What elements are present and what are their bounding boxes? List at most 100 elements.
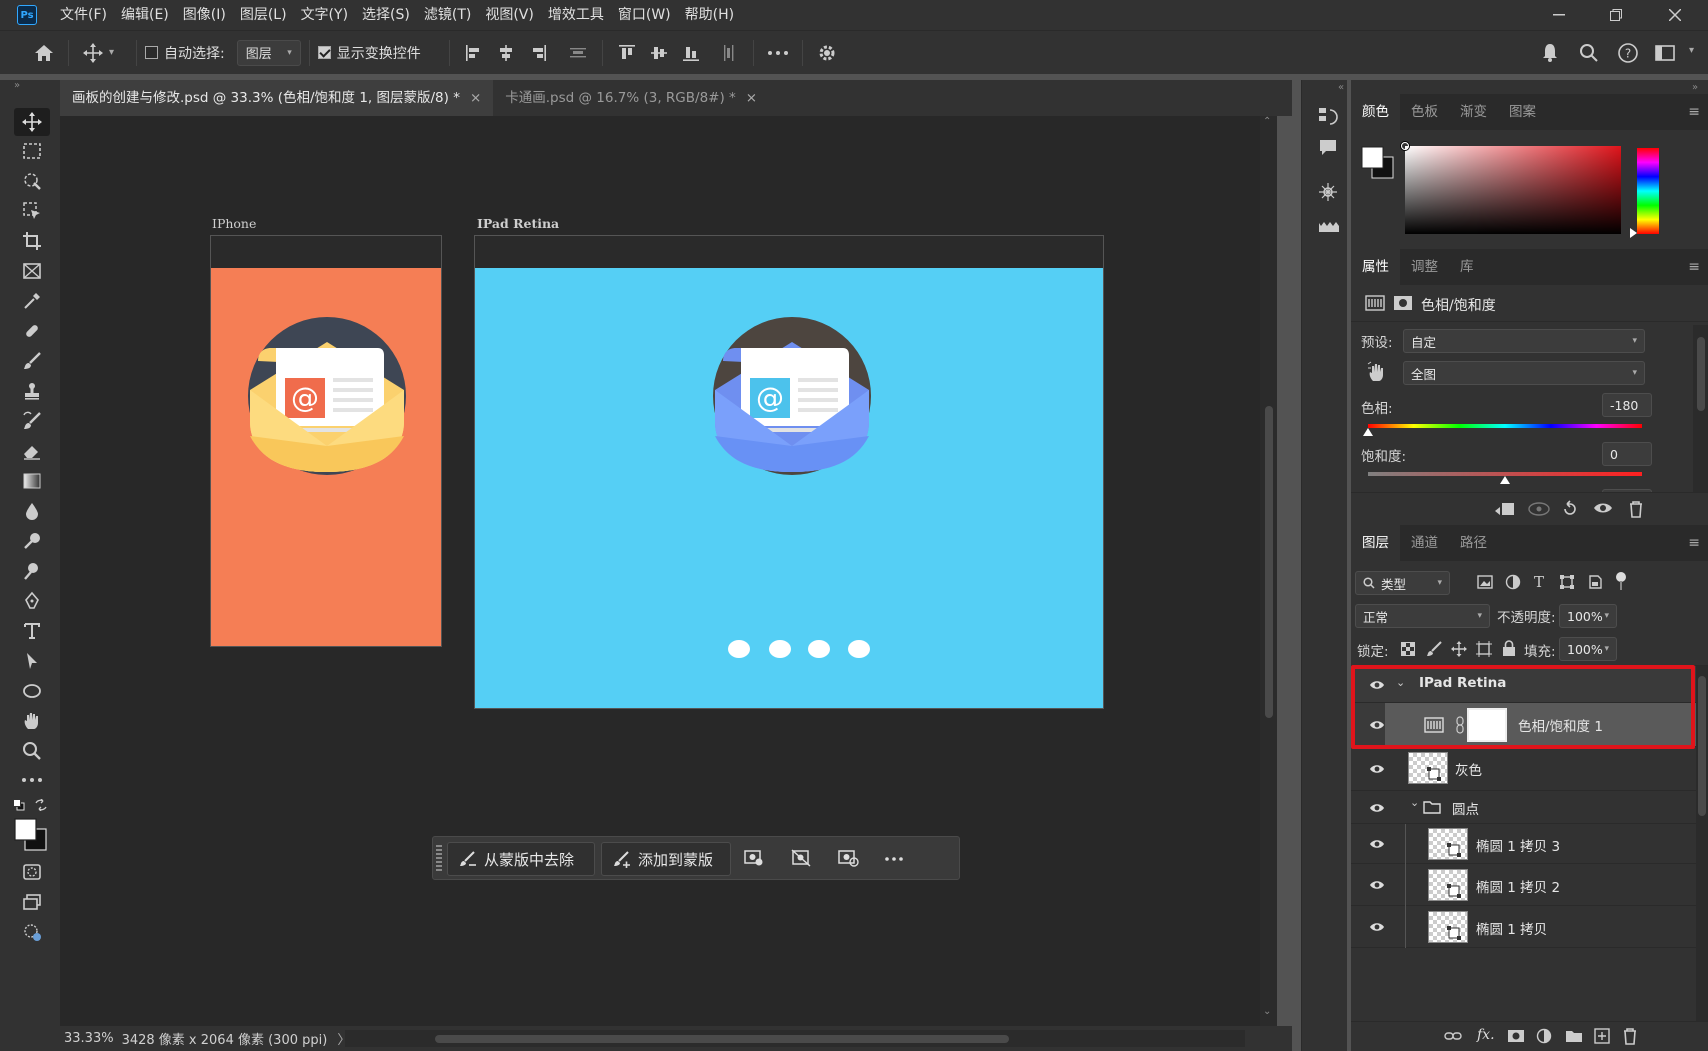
- gradient-tool-icon[interactable]: [14, 467, 50, 495]
- distribute-vertical-icon[interactable]: [562, 37, 594, 69]
- align-bottom-icon[interactable]: [675, 37, 707, 69]
- align-left-icon[interactable]: [458, 37, 490, 69]
- layer-row[interactable]: 椭圆 1 拷贝 2: [1351, 864, 1696, 906]
- scroll-up-icon[interactable]: ⌃: [1263, 116, 1271, 127]
- menu-edit[interactable]: 编辑(E): [114, 0, 176, 30]
- swap-colors-icon[interactable]: [35, 799, 47, 811]
- tab-artboard-doc[interactable]: 画板的创建与修改.psd @ 33.3% (色相/饱和度 1, 图层蒙版/8) …: [60, 80, 494, 116]
- tab-properties[interactable]: 属性: [1351, 249, 1400, 285]
- mask-icon[interactable]: [1393, 294, 1413, 312]
- help-icon[interactable]: ?: [1612, 37, 1644, 69]
- tab-layers[interactable]: 图层: [1351, 525, 1400, 561]
- filter-adjustment-icon[interactable]: [1505, 574, 1521, 590]
- collapse-toolbar-icon[interactable]: »: [14, 80, 20, 91]
- tab-adjustments[interactable]: 调整: [1400, 249, 1449, 285]
- quick-mask-icon[interactable]: [14, 858, 50, 886]
- hue-slider-track[interactable]: [1363, 424, 1642, 436]
- menu-plugins[interactable]: 增效工具: [541, 0, 611, 30]
- fill-field[interactable]: 100% ▾: [1559, 637, 1617, 661]
- quick-selection-tool-icon[interactable]: [14, 167, 50, 195]
- saturation-slider-track[interactable]: [1368, 472, 1642, 484]
- align-vcenter-icon[interactable]: [643, 37, 675, 69]
- restore-icon[interactable]: [1593, 0, 1639, 30]
- lock-pixels-icon[interactable]: [1426, 641, 1442, 657]
- filter-toggle-icon[interactable]: [1615, 571, 1627, 591]
- remove-from-mask-button[interactable]: 从蒙版中去除: [447, 842, 595, 876]
- document-canvas[interactable]: IPhone IPad Retina @ @ ⌃ ⌄: [60, 116, 1277, 1026]
- workspace-icon[interactable]: [1649, 37, 1681, 69]
- distribute-horizontal-icon[interactable]: [713, 37, 745, 69]
- filter-pixel-icon[interactable]: [1477, 575, 1493, 589]
- align-top-icon[interactable]: [611, 37, 643, 69]
- menu-help[interactable]: 帮助(H): [678, 0, 741, 30]
- type-tool-icon[interactable]: [14, 617, 50, 645]
- content-credentials-icon[interactable]: [14, 918, 50, 946]
- filter-smart-object-icon[interactable]: [1587, 574, 1603, 590]
- default-colors-icon[interactable]: [13, 799, 25, 811]
- move-tool-icon[interactable]: [14, 108, 50, 136]
- tab-color[interactable]: 颜色: [1351, 94, 1400, 130]
- bell-icon[interactable]: [1534, 37, 1566, 69]
- hue-slider-handle[interactable]: [1630, 228, 1637, 238]
- minimize-icon[interactable]: [1536, 0, 1582, 30]
- clip-to-layer-icon[interactable]: [1494, 501, 1516, 517]
- delete-icon[interactable]: [1628, 500, 1644, 518]
- workspace-chevron-icon[interactable]: ▾: [1689, 45, 1694, 56]
- color-field[interactable]: [1401, 142, 1621, 234]
- crop-tool-icon[interactable]: [14, 227, 50, 255]
- adjustment-layer-icon[interactable]: [1365, 294, 1385, 312]
- panel-menu-icon[interactable]: ≡: [1688, 259, 1700, 275]
- targeted-adjustment-icon[interactable]: [1367, 361, 1387, 383]
- mask-settings-icon[interactable]: [744, 849, 764, 867]
- eye-icon[interactable]: [1369, 763, 1385, 775]
- auto-select-dropdown[interactable]: 图层 ▾: [236, 39, 301, 66]
- layer-filter-dropdown[interactable]: 类型 ▾: [1355, 571, 1450, 595]
- menu-image[interactable]: 图像(I): [176, 0, 233, 30]
- new-layer-icon[interactable]: [1594, 1028, 1610, 1044]
- menu-filter[interactable]: 滤镜(T): [417, 0, 478, 30]
- blend-mode-dropdown[interactable]: 正常 ▾: [1355, 604, 1490, 628]
- add-to-mask-button[interactable]: 添加到蒙版: [601, 842, 731, 876]
- properties-scroll-thumb[interactable]: [1697, 337, 1705, 411]
- collapse-strip-icon[interactable]: «: [1338, 82, 1344, 93]
- more-options-icon[interactable]: [762, 37, 794, 69]
- show-transform-checkbox[interactable]: [317, 46, 331, 59]
- brushes-panel-icon[interactable]: [1318, 217, 1340, 233]
- layer-row[interactable]: 灰色: [1351, 747, 1696, 791]
- eyedropper-tool-icon[interactable]: [14, 287, 50, 315]
- lock-transparent-icon[interactable]: [1401, 642, 1415, 656]
- artboard-label-ipad[interactable]: IPad Retina: [477, 216, 559, 231]
- layer-group-row[interactable]: ⌄ 圆点: [1351, 791, 1696, 824]
- home-icon[interactable]: [28, 37, 60, 69]
- view-previous-icon[interactable]: [1527, 501, 1551, 517]
- delete-layer-icon[interactable]: [1622, 1027, 1638, 1045]
- auto-select-checkbox[interactable]: [145, 46, 159, 59]
- toggle-visibility-icon[interactable]: [1593, 501, 1613, 515]
- link-layers-icon[interactable]: [1444, 1030, 1462, 1042]
- burn-tool-icon[interactable]: [14, 557, 50, 585]
- invert-mask-icon[interactable]: [838, 849, 860, 867]
- edit-toolbar-icon[interactable]: [14, 766, 50, 794]
- menu-layer[interactable]: 图层(L): [233, 0, 294, 30]
- properties-scrollbar[interactable]: [1693, 325, 1708, 493]
- filter-type-icon[interactable]: T: [1534, 573, 1544, 591]
- menu-select[interactable]: 选择(S): [355, 0, 417, 30]
- menu-file[interactable]: 文件(F): [53, 0, 114, 30]
- disable-mask-icon[interactable]: [791, 849, 811, 867]
- fg-bg-color-swatch[interactable]: [1361, 146, 1395, 180]
- history-brush-tool-icon[interactable]: [14, 407, 50, 435]
- hand-tool-icon[interactable]: [14, 707, 50, 735]
- saturation-slider-thumb[interactable]: [1500, 476, 1510, 484]
- close-tab-icon[interactable]: ×: [746, 90, 757, 106]
- brush-tool-icon[interactable]: [14, 347, 50, 375]
- menu-window[interactable]: 窗口(W): [611, 0, 678, 30]
- preset-dropdown[interactable]: 自定 ▾: [1403, 329, 1645, 353]
- clone-stamp-tool-icon[interactable]: [14, 377, 50, 405]
- eye-icon[interactable]: [1369, 838, 1385, 850]
- expand-dock-icon[interactable]: »: [1692, 82, 1698, 93]
- frame-tool-icon[interactable]: [14, 257, 50, 285]
- eye-icon[interactable]: [1369, 921, 1385, 933]
- layer-row[interactable]: 椭圆 1 拷贝 3: [1351, 824, 1696, 864]
- panel-menu-icon[interactable]: ≡: [1688, 104, 1700, 120]
- tab-libraries[interactable]: 库: [1449, 249, 1485, 285]
